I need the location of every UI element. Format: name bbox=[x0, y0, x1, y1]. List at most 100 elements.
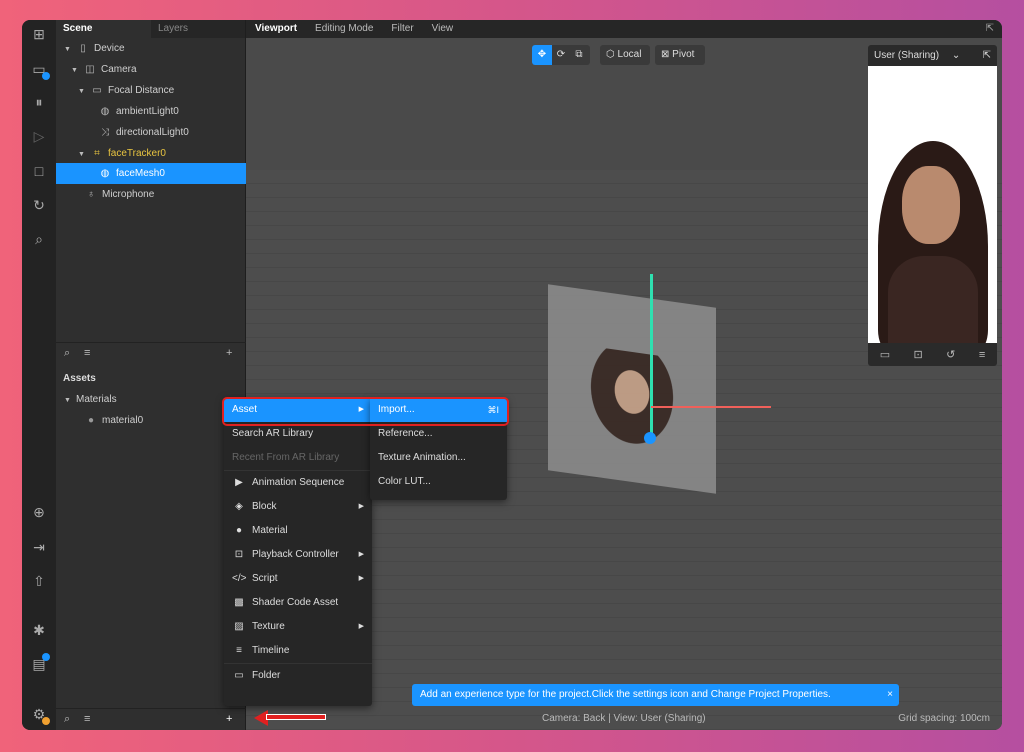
move-icon[interactable]: ✥ bbox=[532, 45, 552, 65]
submenu-item-texture-animation[interactable]: Texture Animation... bbox=[370, 446, 507, 470]
assets-panel: Assets ▼ Materials ● material0 ⌕ ≡ + bbox=[56, 362, 246, 730]
chevron-right-icon: ▶ bbox=[358, 623, 364, 630]
x-axis-gizmo[interactable] bbox=[651, 406, 771, 408]
rotate-icon[interactable]: ⟳ bbox=[552, 45, 570, 65]
view-select[interactable]: User (Sharing) ⌄ ⇱ bbox=[868, 45, 997, 66]
tree-item-face-mesh[interactable]: ◍ faceMesh0 bbox=[56, 163, 246, 184]
menu-item-icon: ● bbox=[235, 525, 243, 536]
menu-item-label: Animation Sequence bbox=[252, 477, 345, 488]
highlight-annotation bbox=[222, 397, 509, 426]
tree-item-face-tracker[interactable]: ▼ ⌗ faceTracker0 bbox=[56, 143, 246, 164]
menu-item-label: Search AR Library bbox=[232, 428, 314, 439]
chevron-right-icon: ▶ bbox=[358, 551, 364, 558]
menu-item-material[interactable]: ● Material bbox=[224, 519, 372, 543]
menu-item-block[interactable]: ◈ Block ▶ bbox=[224, 495, 372, 519]
tab-filter[interactable]: Filter bbox=[382, 20, 422, 38]
menu-item-timeline[interactable]: ≡ Timeline bbox=[224, 639, 372, 663]
camera-plane[interactable] bbox=[548, 284, 716, 494]
menu-item-texture[interactable]: ▨ Texture ▶ bbox=[224, 615, 372, 639]
transform-tools: ✥ ⟳ ⧉ bbox=[532, 45, 590, 65]
tab-scene[interactable]: Scene bbox=[56, 20, 151, 38]
popout-icon[interactable]: ⇱ bbox=[983, 45, 991, 66]
pivot-button[interactable]: ⊠ Pivot bbox=[655, 45, 705, 65]
tab-view[interactable]: View bbox=[423, 20, 463, 38]
tab-viewport[interactable]: Viewport bbox=[246, 20, 306, 38]
cube-icon: ⬡ bbox=[606, 49, 615, 60]
menu-item-label: Material bbox=[252, 525, 288, 536]
layout-icon[interactable]: ⊞ bbox=[30, 25, 48, 43]
user-video-texture bbox=[584, 345, 680, 459]
search-icon[interactable]: ⌕ bbox=[30, 230, 48, 248]
tree-item-microphone[interactable]: ♁ Microphone bbox=[56, 184, 246, 205]
rotate-device-icon[interactable]: ↺ bbox=[946, 348, 955, 361]
preview-panel: User (Sharing) ⌄ ⇱ ▭ ⊡ ↺ ≡ bbox=[868, 45, 997, 366]
tree-item-camera[interactable]: ▼ ◫ Camera bbox=[56, 59, 246, 80]
assets-title: Assets bbox=[63, 373, 96, 384]
tab-editing-mode[interactable]: Editing Mode bbox=[306, 20, 382, 38]
camera-icon: ◫ bbox=[85, 64, 95, 75]
record-icon[interactable]: ▭ bbox=[880, 348, 890, 361]
filter-icon[interactable]: ≡ bbox=[84, 713, 90, 725]
menu-item-playback-controller[interactable]: ⊡ Playback Controller ▶ bbox=[224, 543, 372, 567]
app-window: ⊞ ▭ ⏸ ▷ □ ↻ ⌕ ⊕ ⇥ ⇧ ✱ ▤ ⚙ Scene Layers ▼… bbox=[22, 20, 1002, 730]
menu-item-animation-sequence[interactable]: ▶ Animation Sequence bbox=[224, 471, 372, 495]
menu-item-label: Shader Code Asset bbox=[252, 597, 339, 608]
menu-item-label: Texture bbox=[252, 621, 285, 632]
refresh-icon[interactable]: ↻ bbox=[30, 196, 48, 214]
grid-spacing: Grid spacing: 100cm bbox=[898, 713, 990, 724]
device-icon[interactable]: ▤ bbox=[30, 653, 50, 673]
settings-icon[interactable]: ⚙ bbox=[30, 705, 50, 725]
add-folder-icon[interactable]: ⊕ bbox=[30, 503, 48, 521]
import-icon[interactable]: ⇥ bbox=[30, 538, 48, 556]
menu-item-icon: ▶ bbox=[235, 477, 243, 488]
phone-icon: ▯ bbox=[80, 43, 86, 54]
tree-item-focal-distance[interactable]: ▼ ▭ Focal Distance bbox=[56, 80, 246, 101]
square-icon[interactable]: □ bbox=[30, 162, 48, 180]
menu-item-label: Color LUT... bbox=[378, 476, 431, 487]
asset-group-materials[interactable]: ▼ Materials bbox=[56, 389, 246, 410]
menu-item-label: Script bbox=[252, 573, 278, 584]
local-button[interactable]: ⬡ Local bbox=[600, 45, 650, 65]
tree-item-directional-light[interactable]: ⤨ directionalLight0 bbox=[56, 122, 246, 143]
mesh-icon: ◍ bbox=[100, 168, 110, 179]
tab-layers[interactable]: Layers bbox=[151, 20, 195, 38]
step-play-icon[interactable]: ▷ bbox=[30, 127, 48, 145]
menu-item-label: Timeline bbox=[252, 645, 290, 656]
menu-item-icon: ⊡ bbox=[234, 549, 244, 560]
screenshot-icon[interactable]: ⊡ bbox=[914, 348, 923, 361]
pause-icon[interactable]: ⏸ bbox=[30, 93, 48, 111]
tree-item-device[interactable]: ▼ ▯ Device bbox=[56, 38, 246, 59]
menu-item-label: Reference... bbox=[378, 428, 433, 439]
add-icon[interactable]: + bbox=[226, 347, 232, 359]
filter-icon[interactable]: ≡ bbox=[84, 347, 90, 359]
menu-item-label: Folder bbox=[252, 670, 281, 681]
bug-icon[interactable]: ✱ bbox=[30, 621, 48, 639]
menu-item-icon: ◈ bbox=[235, 501, 243, 512]
search-icon[interactable]: ⌕ bbox=[64, 347, 70, 360]
popout-icon[interactable]: ⇱ bbox=[978, 20, 1002, 38]
material-sphere-icon: ● bbox=[87, 415, 95, 426]
ruler-icon: ▭ bbox=[92, 85, 102, 96]
menu-item-script[interactable]: </> Script ▶ bbox=[224, 567, 372, 591]
icon-toolbar: ⊞ ▭ ⏸ ▷ □ ↻ ⌕ ⊕ ⇥ ⇧ ✱ ▤ ⚙ bbox=[22, 20, 56, 730]
tree-item-ambient-light[interactable]: ◍ ambientLight0 bbox=[56, 101, 246, 122]
y-axis-gizmo[interactable] bbox=[650, 274, 653, 440]
menu-item-shader-code-asset[interactable]: ▩ Shader Code Asset bbox=[224, 591, 372, 615]
z-axis-handle[interactable] bbox=[644, 432, 656, 444]
menu-icon[interactable]: ≡ bbox=[979, 349, 985, 361]
submenu-item-color-lut[interactable]: Color LUT... bbox=[370, 470, 507, 494]
asset-item-material[interactable]: ● material0 bbox=[56, 410, 246, 431]
scene-panel: Scene Layers ▼ ▯ Device ▼ ◫ Camera ▼ ▭ Focal D… bbox=[56, 20, 246, 362]
menu-item-folder[interactable]: ▭ Folder bbox=[224, 664, 372, 688]
camera-view-icon[interactable]: ▭ bbox=[30, 60, 50, 80]
preview-video bbox=[868, 66, 997, 343]
face-tracker-icon: ⌗ bbox=[94, 148, 100, 159]
notice-banner: Add an experience type for the project.C… bbox=[412, 684, 899, 706]
search-icon[interactable]: ⌕ bbox=[64, 713, 70, 726]
scale-icon[interactable]: ⧉ bbox=[570, 45, 588, 65]
add-asset-button[interactable]: + bbox=[226, 713, 232, 725]
menu-item-icon: ≡ bbox=[236, 645, 242, 656]
upload-icon[interactable]: ⇧ bbox=[30, 572, 48, 590]
close-icon[interactable]: × bbox=[887, 684, 893, 706]
chevron-right-icon: ▶ bbox=[358, 575, 364, 582]
